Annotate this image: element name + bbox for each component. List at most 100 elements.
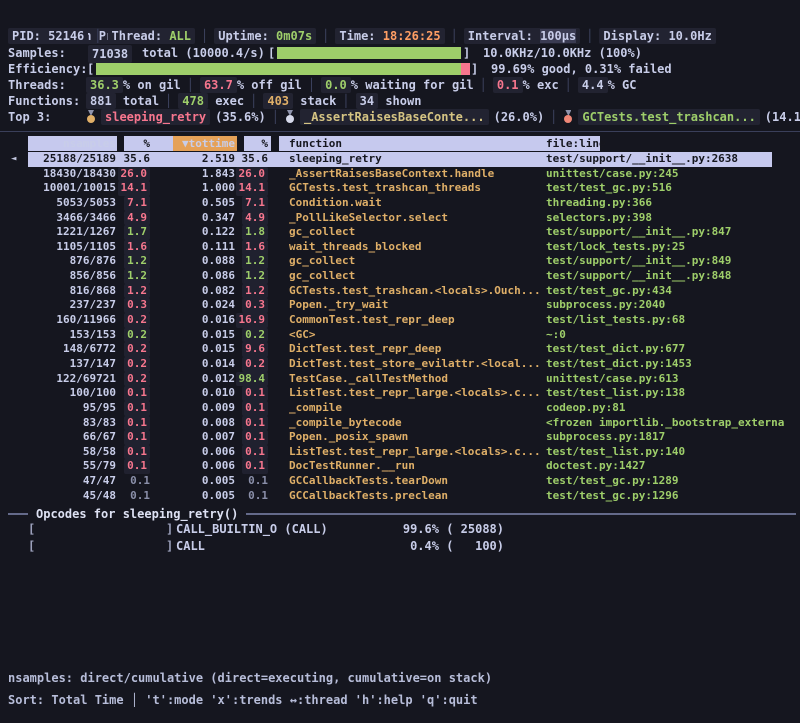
threads-label: Threads: <box>8 77 86 93</box>
cumulative-percent-cell: 1.8 <box>242 225 268 240</box>
column-header-nsamples[interactable]: nsamples <box>63 136 116 151</box>
table-row[interactable]: 160/11966 0.2 0.016 16.9 CommonTest.test… <box>0 313 800 328</box>
metric-value: 403 <box>263 93 293 109</box>
direct-percent-cell: 1.7 <box>124 225 150 240</box>
direct-percent-cell: 0.1 <box>124 401 150 416</box>
tottime-cell: 0.008 <box>202 416 235 431</box>
file-line-cell: <frozen importlib._bootstrap_externa <box>546 416 796 431</box>
file-line-cell: test/list_tests.py:68 <box>546 313 796 328</box>
direct-percent-cell: 0.2 <box>124 357 150 372</box>
cumulative-percent-cell: 0.2 <box>242 357 268 372</box>
separator: │ <box>250 94 257 108</box>
separator: │ <box>187 78 194 92</box>
function-name-cell: wait_threads_blocked <box>289 240 541 255</box>
function-name-cell: DictTest.test_repr_deep <box>289 342 541 357</box>
metric-value: 0.0 <box>321 77 351 93</box>
table-row[interactable]: 66/67 0.1 0.007 0.1 Popen._posix_spawn s… <box>0 430 800 445</box>
opcode-percent: 0.4% ( 100) <box>356 538 504 555</box>
function-name-cell: gc_collect <box>289 269 541 284</box>
function-name-cell: _compile <box>289 401 541 416</box>
table-row[interactable]: 45/48 0.1 0.005 0.1 GCCallbackTests.prec… <box>0 489 800 504</box>
metric-suffix: % off gil <box>237 78 302 92</box>
column-header-direct-percent[interactable]: % <box>143 136 150 151</box>
metric-suffix: % GC <box>608 78 637 92</box>
table-row[interactable]: 95/95 0.1 0.009 0.1 _compile codeop.py:8… <box>0 401 800 416</box>
table-row[interactable]: 47/47 0.1 0.005 0.1 GCCallbackTests.tear… <box>0 474 800 489</box>
function-name-cell: ListTest.test_repr_large.<locals>.c... <box>289 445 541 460</box>
table-row[interactable]: 137/147 0.2 0.014 0.2 DictTest.test_stor… <box>0 357 800 372</box>
table-row[interactable]: 856/856 1.2 0.086 1.2 gc_collect test/su… <box>0 269 800 284</box>
column-header-function[interactable]: function <box>289 136 342 151</box>
file-line-cell: test/test_list.py:140 <box>546 445 796 460</box>
column-header-file-line[interactable]: file:line <box>546 136 606 151</box>
table-row[interactable]: 876/876 1.2 0.088 1.2 gc_collect test/su… <box>0 254 800 269</box>
functions-metric: │478 exec <box>159 93 244 109</box>
separator: │ <box>322 29 329 43</box>
file-line-cell: codeop.py:81 <box>546 401 796 416</box>
table-divider <box>0 131 800 132</box>
table-row[interactable]: ◄ 25188/25189 35.6 2.519 35.6 sleeping_r… <box>0 152 800 167</box>
samples-rate: 10.0KHz/10.0KHz (100%) <box>483 45 642 61</box>
cumulative-percent-cell: 35.6 <box>242 152 269 167</box>
table-row[interactable]: 18430/18430 26.0 1.843 26.0 _AssertRaise… <box>0 167 800 182</box>
separator: │ <box>550 110 557 124</box>
table-row[interactable]: 1105/1105 1.6 0.111 1.6 wait_threads_blo… <box>0 240 800 255</box>
cumulative-percent-cell: 26.0 <box>236 167 269 182</box>
tottime-cell: 0.009 <box>202 401 235 416</box>
bar-close-bracket: ] <box>463 45 470 61</box>
function-name-cell: sleeping_retry <box>289 152 541 167</box>
samples-label: Samples: <box>8 45 66 61</box>
status-bar: PID: 52146│Thread: ALL│Uptime: 0m07s│Tim… <box>0 28 800 45</box>
cumulative-percent-cell: 9.6 <box>242 342 268 357</box>
nsamples-cell: 816/868 <box>70 284 116 299</box>
function-name-cell: ListTest.test_repr_large.<locals>.c... <box>289 386 541 401</box>
direct-percent-cell: 0.2 <box>124 342 150 357</box>
status-group: │Interval: 100µs <box>445 28 581 45</box>
status-value: 100µs <box>540 29 576 43</box>
cumulative-percent-cell: 0.1 <box>242 416 268 431</box>
file-line-cell: test/test_gc.py:434 <box>546 284 796 299</box>
separator: │ <box>480 78 487 92</box>
table-row[interactable]: 122/69721 0.2 0.012 98.4 TestCase._callT… <box>0 372 800 387</box>
metric-value: 881 <box>86 93 116 109</box>
column-header-cumulative-percent[interactable]: % <box>261 136 268 151</box>
table-row[interactable]: 10001/10015 14.1 1.000 14.1 GCTests.test… <box>0 181 800 196</box>
status-label: Display: <box>603 29 661 43</box>
function-name-cell: gc_collect <box>289 225 541 240</box>
status-group: PID: 52146 <box>8 28 88 45</box>
opcode-row: [ ] CALL_BUILTIN_O (CALL) 99.6% ( 25088) <box>0 521 800 538</box>
metric-suffix: stack <box>300 94 336 108</box>
nsamples-cell: 148/6772 <box>63 342 116 357</box>
table-row[interactable]: 816/868 1.2 0.082 1.2 GCTests.test_trash… <box>0 284 800 299</box>
opcode-bar <box>38 541 164 552</box>
top3-function-name: _AssertRaisesBaseConte... <box>300 109 489 125</box>
table-row[interactable]: 58/58 0.1 0.006 0.1 ListTest.test_repr_l… <box>0 445 800 460</box>
table-row[interactable]: 3466/3466 4.9 0.347 4.9 _PollLikeSelecto… <box>0 211 800 226</box>
function-name-cell: CommonTest.test_repr_deep <box>289 313 541 328</box>
cumulative-percent-cell: 0.1 <box>242 386 268 401</box>
table-row[interactable]: 237/237 0.3 0.024 0.3 Popen._try_wait su… <box>0 298 800 313</box>
direct-percent-cell: 14.1 <box>118 181 151 196</box>
file-line-cell: test/support/__init__.py:849 <box>546 254 796 269</box>
metric-value: 63.7 <box>200 77 237 93</box>
direct-percent-cell: 1.2 <box>124 269 150 284</box>
top3-percent: (26.0%) <box>494 110 545 124</box>
bar-open-bracket: [ <box>87 61 94 77</box>
column-header-tottime-sorted[interactable]: ▼tottime <box>182 136 235 151</box>
table-row[interactable]: 153/153 0.2 0.015 0.2 <GC> ~:0 <box>0 328 800 343</box>
nsamples-cell: 25188/25189 <box>43 152 116 167</box>
file-line-cell: subprocess.py:2040 <box>546 298 796 313</box>
table-row[interactable]: 55/79 0.1 0.006 0.1 DocTestRunner.__run … <box>0 459 800 474</box>
metric-value: 478 <box>178 93 208 109</box>
divider-dash <box>8 513 28 515</box>
table-row[interactable]: 83/83 0.1 0.008 0.1 _compile_bytecode <f… <box>0 416 800 431</box>
samples-total-suffix: total (10000.4/s) <box>142 45 265 61</box>
status-value: 52146 <box>48 29 84 43</box>
table-row[interactable]: 148/6772 0.2 0.015 9.6 DictTest.test_rep… <box>0 342 800 357</box>
table-row[interactable]: 100/100 0.1 0.010 0.1 ListTest.test_repr… <box>0 386 800 401</box>
thread-metric: │0.0% waiting for gil <box>302 77 474 93</box>
table-row[interactable]: 5053/5053 7.1 0.505 7.1 Condition.wait t… <box>0 196 800 211</box>
direct-percent-cell: 0.3 <box>124 298 150 313</box>
table-row[interactable]: 1221/1267 1.7 0.122 1.8 gc_collect test/… <box>0 225 800 240</box>
function-name-cell: DictTest.test_store_evilattr.<local... <box>289 357 541 372</box>
